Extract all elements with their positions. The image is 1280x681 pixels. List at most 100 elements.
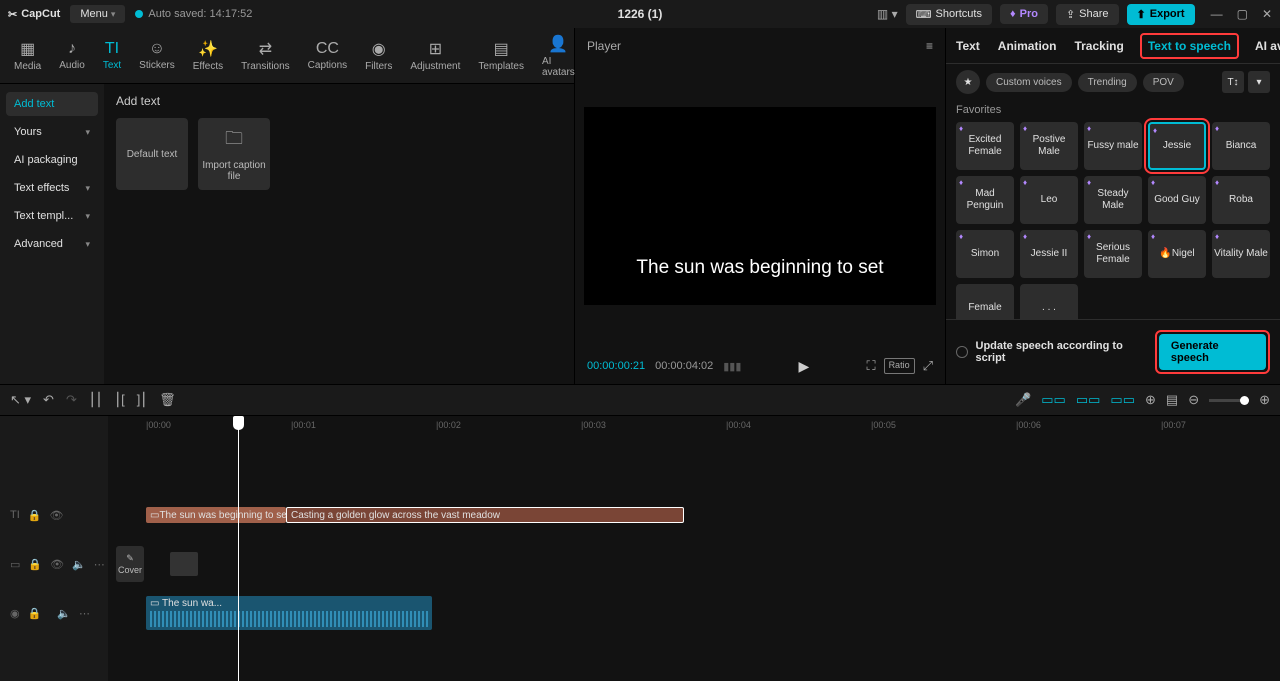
voice-simon[interactable]: ♦Simon (956, 230, 1014, 278)
content-title: Add text (116, 94, 562, 108)
voice-female[interactable]: Female (956, 284, 1014, 319)
cursor-tool[interactable]: ↖ ▾ (10, 392, 31, 408)
pro-button[interactable]: ♦Pro (1000, 4, 1048, 24)
lock-icon[interactable]: 🔒 (28, 607, 42, 620)
text-clip-2[interactable]: Casting a golden glow across the vast me… (286, 507, 684, 523)
ruler-mark: |00:06 (1016, 420, 1041, 430)
media-tab-captions[interactable]: CCCaptions (300, 36, 355, 75)
voice-leo[interactable]: ♦Leo (1020, 176, 1078, 224)
voice-good-guy[interactable]: ♦Good Guy (1148, 176, 1206, 224)
undo-button[interactable]: ↶ (43, 392, 54, 408)
align-icon[interactable]: ⊕ (1145, 392, 1156, 408)
voice-bianca[interactable]: ♦Bianca (1212, 122, 1270, 170)
voice-jessie[interactable]: ♦Jessie (1148, 122, 1206, 170)
filter-custom[interactable]: Custom voices (986, 73, 1072, 92)
crop-icon[interactable]: ⛶ (866, 358, 875, 374)
split-tool[interactable]: ⎮⎮ (89, 392, 103, 408)
default-text-option[interactable]: Default text (116, 118, 188, 190)
mic-icon[interactable]: 🎤 (1015, 392, 1031, 408)
voice-roba[interactable]: ♦Roba (1212, 176, 1270, 224)
zoom-out-icon[interactable]: ⊖ (1188, 392, 1199, 408)
media-tab-filters[interactable]: ◉Filters (357, 35, 400, 76)
player-menu-icon[interactable]: ≡ (926, 39, 933, 53)
right-tab-ai-avatars[interactable]: AI avatars (1253, 35, 1280, 57)
text-settings-icon[interactable]: T↕ (1222, 71, 1244, 93)
voice-excited-female[interactable]: ♦Excited Female (956, 122, 1014, 170)
timeline-ruler[interactable]: |00:00|00:01|00:02|00:03|00:04|00:05|00:… (108, 416, 1280, 436)
lock-icon[interactable]: 🔒 (28, 509, 42, 522)
filter-pov[interactable]: POV (1143, 73, 1184, 92)
mute-icon[interactable]: 🔈 (72, 558, 86, 571)
share-button[interactable]: ⇪ Share (1056, 4, 1119, 25)
import-caption-option[interactable]: 🗀 Import caption file (198, 118, 270, 190)
zoom-slider[interactable] (1209, 399, 1249, 402)
play-button[interactable]: ▶ (799, 358, 810, 375)
lock-icon[interactable]: 🔒 (28, 558, 42, 571)
voice-serious-female[interactable]: ♦Serious Female (1084, 230, 1142, 278)
minimize-icon[interactable]: — (1211, 7, 1223, 21)
sidebar-item-1[interactable]: Yours▾ (6, 120, 98, 144)
snap-icon-1[interactable]: ▭▭ (1041, 392, 1066, 408)
layout-icon[interactable]: ▥ ▾ (877, 7, 898, 21)
track-view-icon[interactable]: ▤ (1166, 392, 1178, 408)
menu-button[interactable]: Menu ▾ (70, 5, 125, 23)
audio-track-header: ◉🔒🔈⋯ (0, 592, 108, 634)
video-track[interactable]: ✎Cover (108, 536, 1280, 592)
sidebar-item-0[interactable]: Add text (6, 92, 98, 116)
video-canvas[interactable]: The sun was beginning to set (584, 107, 936, 305)
eye-icon[interactable]: 👁 (49, 509, 63, 522)
voice-vitality-male[interactable]: ♦Vitality Male (1212, 230, 1270, 278)
delete-tool[interactable]: 🗑 (159, 392, 176, 408)
shortcuts-button[interactable]: ⌨ Shortcuts (906, 4, 992, 25)
voice---nigel[interactable]: ♦🔥Nigel (1148, 230, 1206, 278)
media-tab-media[interactable]: ▦Media (6, 35, 49, 76)
generate-speech-button[interactable]: Generate speech (1159, 334, 1266, 370)
maximize-icon[interactable]: ▢ (1237, 7, 1248, 21)
media-tab-audio[interactable]: ♪Audio (51, 36, 93, 75)
redo-button[interactable]: ↷ (66, 392, 77, 408)
favorites-filter[interactable]: ★ (956, 70, 980, 94)
media-tab-text[interactable]: TIText (95, 36, 129, 75)
media-tab-templates[interactable]: ▤Templates (470, 35, 532, 76)
voice-mad-penguin[interactable]: ♦Mad Penguin (956, 176, 1014, 224)
export-button[interactable]: ⬆ Export (1127, 4, 1195, 25)
more-filters-icon[interactable]: ▾ (1248, 71, 1270, 93)
snap-icon-2[interactable]: ▭▭ (1076, 392, 1101, 408)
close-icon[interactable]: ✕ (1262, 7, 1272, 21)
update-speech-checkbox[interactable] (956, 346, 968, 358)
filter-trending[interactable]: Trending (1078, 73, 1137, 92)
cover-button[interactable]: ✎Cover (116, 546, 144, 582)
voice------[interactable]: . . . (1020, 284, 1078, 319)
right-tab-animation[interactable]: Animation (996, 35, 1059, 57)
media-tab-adjustment[interactable]: ⊞Adjustment (402, 35, 468, 76)
video-thumb[interactable] (170, 552, 198, 576)
audio-clip[interactable]: ▭ The sun wa... (146, 596, 432, 630)
sidebar-item-2[interactable]: AI packaging (6, 148, 98, 172)
snap-icon-3[interactable]: ▭▭ (1110, 392, 1135, 408)
audio-track[interactable]: ▭ The sun wa... (108, 592, 1280, 634)
media-tab-stickers[interactable]: ☺Stickers (131, 36, 183, 75)
text-clip-1[interactable]: ▭ The sun was beginning to se (146, 507, 286, 523)
voice-fussy-male[interactable]: ♦Fussy male (1084, 122, 1142, 170)
fullscreen-icon[interactable]: ⤢ (923, 358, 933, 374)
ruler-mark: |00:05 (871, 420, 896, 430)
mute-icon[interactable]: 🔈 (57, 607, 71, 620)
zoom-in-icon[interactable]: ⊕ (1259, 392, 1270, 408)
split-right-tool[interactable]: ]⎮ (137, 392, 147, 408)
ratio-button[interactable]: Ratio (884, 358, 915, 374)
sidebar-item-4[interactable]: Text templ...▾ (6, 204, 98, 228)
voice-jessie-ii[interactable]: ♦Jessie II (1020, 230, 1078, 278)
split-left-tool[interactable]: ⎮[ (114, 392, 124, 408)
text-track[interactable]: ▭ The sun was beginning to se Casting a … (108, 494, 1280, 536)
sidebar-item-5[interactable]: Advanced▾ (6, 232, 98, 256)
media-tab-effects[interactable]: ✨Effects (185, 35, 231, 76)
voice-postive-male[interactable]: ♦Postive Male (1020, 122, 1078, 170)
media-tab-transitions[interactable]: ⇄Transitions (233, 35, 298, 76)
voice-steady-male[interactable]: ♦Steady Male (1084, 176, 1142, 224)
sidebar-item-3[interactable]: Text effects▾ (6, 176, 98, 200)
eye-icon[interactable]: 👁 (50, 558, 64, 571)
right-tab-tracking[interactable]: Tracking (1072, 35, 1125, 57)
right-tab-text[interactable]: Text (954, 35, 982, 57)
playhead[interactable] (238, 416, 239, 681)
right-tab-text-to-speech[interactable]: Text to speech (1140, 33, 1239, 59)
